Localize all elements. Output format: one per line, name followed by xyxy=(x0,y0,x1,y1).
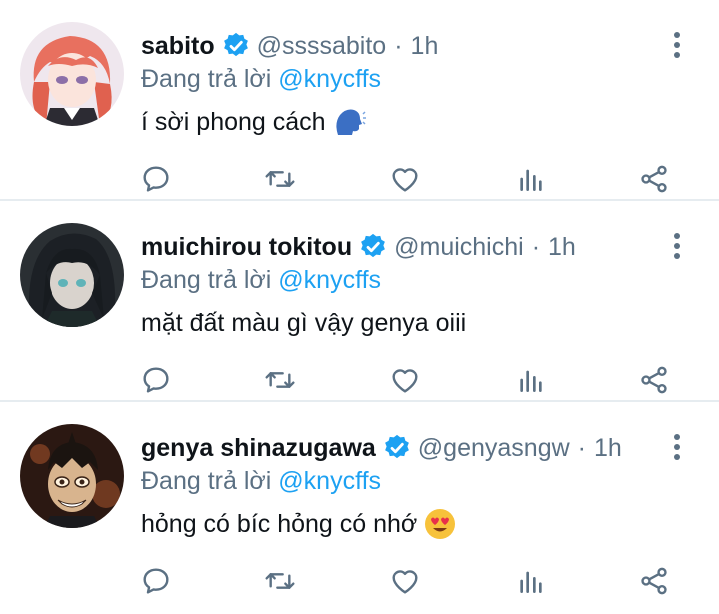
speaking-head-icon xyxy=(332,105,366,139)
tweet-actions xyxy=(0,559,719,603)
replying-to-label: Đang trả lời xyxy=(141,266,272,294)
user-handle[interactable]: @genyasngw xyxy=(418,428,570,468)
reply-icon[interactable] xyxy=(138,161,174,197)
avatar[interactable] xyxy=(20,223,124,327)
tweet[interactable]: genya shinazugawa @genyasngw · 1h Đang t… xyxy=(0,402,719,603)
reply-icon[interactable] xyxy=(138,563,174,599)
avatar-muichirou-image xyxy=(20,223,124,327)
avatar-genya-image xyxy=(20,424,124,528)
tweet[interactable]: muichirou tokitou @muichichi · 1h Đang t… xyxy=(0,201,719,402)
heart-eyes-icon xyxy=(423,507,457,541)
avatar[interactable] xyxy=(20,424,124,528)
timestamp[interactable]: 1h xyxy=(594,428,622,468)
mention-link[interactable]: @knycffs xyxy=(278,266,381,294)
mention-link[interactable]: @knycffs xyxy=(278,65,381,93)
retweet-icon[interactable] xyxy=(262,362,298,398)
user-handle[interactable]: @muichichi xyxy=(394,227,524,267)
replying-to-label: Đang trả lời xyxy=(141,467,272,495)
share-icon[interactable] xyxy=(636,362,672,398)
analytics-icon[interactable] xyxy=(513,362,549,398)
timestamp[interactable]: 1h xyxy=(411,26,439,66)
tweet-text-content: mặt đất màu gì vậy genya oiii xyxy=(141,309,467,337)
more-options-icon[interactable] xyxy=(665,231,689,261)
tweet-text: í sời phong cách xyxy=(141,102,366,142)
tweet-feed: sabito @ssssabito · 1h Đang trả lời @kny… xyxy=(0,0,719,614)
tweet-text-content: hỏng có bíc hỏng có nhớ xyxy=(141,510,418,538)
analytics-icon[interactable] xyxy=(513,161,549,197)
verified-badge-icon xyxy=(221,31,251,61)
share-icon[interactable] xyxy=(636,161,672,197)
separator-dot: · xyxy=(531,233,541,261)
retweet-icon[interactable] xyxy=(262,563,298,599)
replying-to-label: Đang trả lời xyxy=(141,65,272,93)
more-options-icon[interactable] xyxy=(665,432,689,462)
tweet[interactable]: sabito @ssssabito · 1h Đang trả lời @kny… xyxy=(0,0,719,201)
separator-dot: · xyxy=(394,32,403,60)
tweet-text: hỏng có bíc hỏng có nhớ xyxy=(141,504,457,544)
like-icon[interactable] xyxy=(387,362,423,398)
avatar[interactable] xyxy=(20,22,124,126)
analytics-icon[interactable] xyxy=(513,563,549,599)
tweet-actions xyxy=(0,157,719,201)
replying-to: Đang trả lời @knycffs xyxy=(141,462,381,500)
tweet-actions xyxy=(0,358,719,402)
timestamp[interactable]: 1h xyxy=(548,227,576,267)
separator-dot: · xyxy=(577,434,586,462)
replying-to: Đang trả lời @knycffs xyxy=(141,60,381,98)
replying-to: Đang trả lời @knycffs xyxy=(141,261,381,299)
tweet-text: mặt đất màu gì vậy genya oiii xyxy=(141,303,466,343)
verified-badge-icon xyxy=(382,433,412,463)
share-icon[interactable] xyxy=(636,563,672,599)
verified-badge-icon xyxy=(358,232,388,262)
mention-link[interactable]: @knycffs xyxy=(278,467,381,495)
reply-icon[interactable] xyxy=(138,362,174,398)
like-icon[interactable] xyxy=(387,563,423,599)
retweet-icon[interactable] xyxy=(262,161,298,197)
avatar-sabito-image xyxy=(20,22,124,126)
like-icon[interactable] xyxy=(387,161,423,197)
tweet-text-content: í sời phong cách xyxy=(141,108,326,136)
more-options-icon[interactable] xyxy=(665,30,689,60)
